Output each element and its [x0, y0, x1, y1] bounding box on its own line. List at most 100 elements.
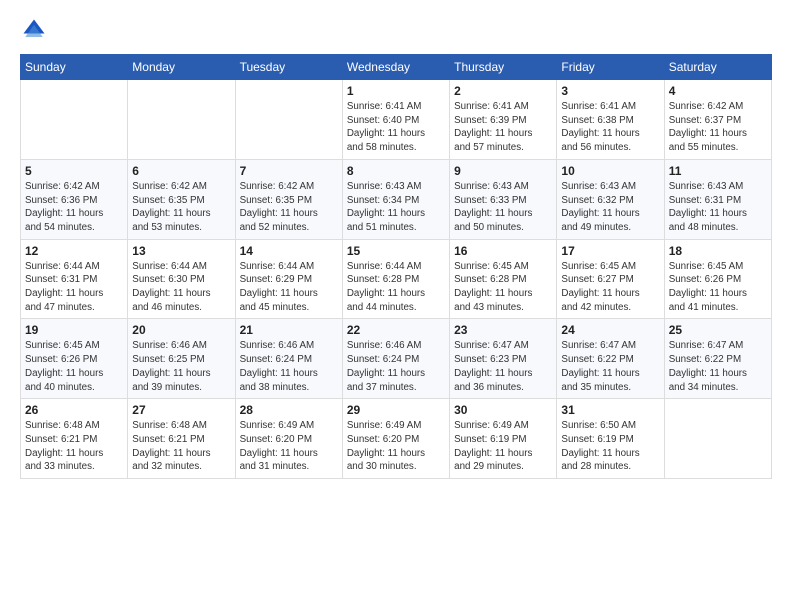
day-info: Sunrise: 6:41 AM Sunset: 6:39 PM Dayligh… — [454, 100, 552, 155]
day-info: Sunrise: 6:42 AM Sunset: 6:36 PM Dayligh… — [25, 180, 123, 235]
day-number: 21 — [240, 323, 338, 337]
calendar-cell: 18 Sunrise: 6:45 AM Sunset: 6:26 PM Dayli… — [664, 239, 771, 319]
day-info: Sunrise: 6:46 AM Sunset: 6:24 PM Dayligh… — [240, 339, 338, 394]
day-number: 1 — [347, 84, 445, 98]
day-info: Sunrise: 6:49 AM Sunset: 6:20 PM Dayligh… — [240, 419, 338, 474]
calendar-cell: 31 Sunrise: 6:50 AM Sunset: 6:19 PM Dayli… — [557, 399, 664, 479]
day-number: 18 — [669, 244, 767, 258]
day-info: Sunrise: 6:42 AM Sunset: 6:35 PM Dayligh… — [132, 180, 230, 235]
weekday-header-friday: Friday — [557, 55, 664, 80]
day-info: Sunrise: 6:43 AM Sunset: 6:34 PM Dayligh… — [347, 180, 445, 235]
day-info: Sunrise: 6:50 AM Sunset: 6:19 PM Dayligh… — [561, 419, 659, 474]
weekday-header-thursday: Thursday — [450, 55, 557, 80]
calendar-week-0: 1 Sunrise: 6:41 AM Sunset: 6:40 PM Daylig… — [21, 80, 772, 160]
calendar-cell: 13Sunrise: 6:44 AM Sunset: 6:30 PM Dayli… — [128, 239, 235, 319]
weekday-header-tuesday: Tuesday — [235, 55, 342, 80]
calendar-cell: 4 Sunrise: 6:42 AM Sunset: 6:37 PM Daylig… — [664, 80, 771, 160]
day-number: 11 — [669, 164, 767, 178]
day-info: Sunrise: 6:41 AM Sunset: 6:40 PM Dayligh… — [347, 100, 445, 155]
day-number: 27 — [132, 403, 230, 417]
day-info: Sunrise: 6:49 AM Sunset: 6:20 PM Dayligh… — [347, 419, 445, 474]
weekday-header-row: SundayMondayTuesdayWednesdayThursdayFrid… — [21, 55, 772, 80]
calendar-cell: 17 Sunrise: 6:45 AM Sunset: 6:27 PM Dayli… — [557, 239, 664, 319]
day-info: Sunrise: 6:49 AM Sunset: 6:19 PM Dayligh… — [454, 419, 552, 474]
weekday-header-wednesday: Wednesday — [342, 55, 449, 80]
day-number: 29 — [347, 403, 445, 417]
day-info: Sunrise: 6:42 AM Sunset: 6:35 PM Dayligh… — [240, 180, 338, 235]
day-number: 26 — [25, 403, 123, 417]
day-info: Sunrise: 6:47 AM Sunset: 6:22 PM Dayligh… — [561, 339, 659, 394]
day-number: 7 — [240, 164, 338, 178]
day-info: Sunrise: 6:48 AM Sunset: 6:21 PM Dayligh… — [25, 419, 123, 474]
calendar-cell — [235, 80, 342, 160]
day-info: Sunrise: 6:43 AM Sunset: 6:31 PM Dayligh… — [669, 180, 767, 235]
calendar-cell — [21, 80, 128, 160]
logo-icon — [20, 16, 48, 44]
day-number: 25 — [669, 323, 767, 337]
day-number: 14 — [240, 244, 338, 258]
calendar-cell: 24 Sunrise: 6:47 AM Sunset: 6:22 PM Dayli… — [557, 319, 664, 399]
day-number: 3 — [561, 84, 659, 98]
calendar-cell: 29 Sunrise: 6:49 AM Sunset: 6:20 PM Dayli… — [342, 399, 449, 479]
day-info: Sunrise: 6:44 AM Sunset: 6:29 PM Dayligh… — [240, 260, 338, 315]
weekday-header-monday: Monday — [128, 55, 235, 80]
day-info: Sunrise: 6:41 AM Sunset: 6:38 PM Dayligh… — [561, 100, 659, 155]
day-number: 31 — [561, 403, 659, 417]
day-number: 16 — [454, 244, 552, 258]
weekday-header-saturday: Saturday — [664, 55, 771, 80]
day-info: Sunrise: 6:45 AM Sunset: 6:27 PM Dayligh… — [561, 260, 659, 315]
calendar-cell: 9Sunrise: 6:43 AM Sunset: 6:33 PM Daylig… — [450, 159, 557, 239]
day-number: 8 — [347, 164, 445, 178]
calendar-cell: 28Sunrise: 6:49 AM Sunset: 6:20 PM Dayli… — [235, 399, 342, 479]
calendar-week-4: 26 Sunrise: 6:48 AM Sunset: 6:21 PM Dayli… — [21, 399, 772, 479]
weekday-header-sunday: Sunday — [21, 55, 128, 80]
day-number: 9 — [454, 164, 552, 178]
day-number: 20 — [132, 323, 230, 337]
calendar-cell: 19 Sunrise: 6:45 AM Sunset: 6:26 PM Dayli… — [21, 319, 128, 399]
calendar-cell: 2 Sunrise: 6:41 AM Sunset: 6:39 PM Daylig… — [450, 80, 557, 160]
calendar-cell: 15 Sunrise: 6:44 AM Sunset: 6:28 PM Dayli… — [342, 239, 449, 319]
calendar-week-3: 19 Sunrise: 6:45 AM Sunset: 6:26 PM Dayli… — [21, 319, 772, 399]
calendar-header: SundayMondayTuesdayWednesdayThursdayFrid… — [21, 55, 772, 80]
day-number: 15 — [347, 244, 445, 258]
calendar-cell: 27 Sunrise: 6:48 AM Sunset: 6:21 PM Dayli… — [128, 399, 235, 479]
day-info: Sunrise: 6:42 AM Sunset: 6:37 PM Dayligh… — [669, 100, 767, 155]
calendar-cell: 16 Sunrise: 6:45 AM Sunset: 6:28 PM Dayli… — [450, 239, 557, 319]
day-info: Sunrise: 6:44 AM Sunset: 6:28 PM Dayligh… — [347, 260, 445, 315]
calendar-body: 1 Sunrise: 6:41 AM Sunset: 6:40 PM Daylig… — [21, 80, 772, 479]
day-info: Sunrise: 6:48 AM Sunset: 6:21 PM Dayligh… — [132, 419, 230, 474]
calendar-cell: 25 Sunrise: 6:47 AM Sunset: 6:22 PM Dayli… — [664, 319, 771, 399]
calendar-week-1: 5Sunrise: 6:42 AM Sunset: 6:36 PM Daylig… — [21, 159, 772, 239]
calendar-cell: 6 Sunrise: 6:42 AM Sunset: 6:35 PM Daylig… — [128, 159, 235, 239]
day-info: Sunrise: 6:45 AM Sunset: 6:26 PM Dayligh… — [669, 260, 767, 315]
day-number: 4 — [669, 84, 767, 98]
day-number: 6 — [132, 164, 230, 178]
day-number: 2 — [454, 84, 552, 98]
day-info: Sunrise: 6:44 AM Sunset: 6:31 PM Dayligh… — [25, 260, 123, 315]
calendar-cell: 10Sunrise: 6:43 AM Sunset: 6:32 PM Dayli… — [557, 159, 664, 239]
calendar-cell: 5Sunrise: 6:42 AM Sunset: 6:36 PM Daylig… — [21, 159, 128, 239]
day-info: Sunrise: 6:47 AM Sunset: 6:22 PM Dayligh… — [669, 339, 767, 394]
day-number: 12 — [25, 244, 123, 258]
calendar-cell: 14 Sunrise: 6:44 AM Sunset: 6:29 PM Dayli… — [235, 239, 342, 319]
calendar-week-2: 12 Sunrise: 6:44 AM Sunset: 6:31 PM Dayli… — [21, 239, 772, 319]
day-number: 22 — [347, 323, 445, 337]
day-number: 17 — [561, 244, 659, 258]
day-info: Sunrise: 6:46 AM Sunset: 6:24 PM Dayligh… — [347, 339, 445, 394]
header — [20, 16, 772, 44]
calendar-table: SundayMondayTuesdayWednesdayThursdayFrid… — [20, 54, 772, 479]
day-info: Sunrise: 6:43 AM Sunset: 6:32 PM Dayligh… — [561, 180, 659, 235]
day-number: 24 — [561, 323, 659, 337]
calendar-cell: 11 Sunrise: 6:43 AM Sunset: 6:31 PM Dayli… — [664, 159, 771, 239]
day-info: Sunrise: 6:45 AM Sunset: 6:26 PM Dayligh… — [25, 339, 123, 394]
logo — [20, 16, 50, 44]
day-number: 30 — [454, 403, 552, 417]
calendar-cell: 22 Sunrise: 6:46 AM Sunset: 6:24 PM Dayli… — [342, 319, 449, 399]
day-info: Sunrise: 6:45 AM Sunset: 6:28 PM Dayligh… — [454, 260, 552, 315]
day-number: 19 — [25, 323, 123, 337]
calendar-cell: 3 Sunrise: 6:41 AM Sunset: 6:38 PM Daylig… — [557, 80, 664, 160]
calendar-cell: 20 Sunrise: 6:46 AM Sunset: 6:25 PM Dayli… — [128, 319, 235, 399]
calendar-cell: 21 Sunrise: 6:46 AM Sunset: 6:24 PM Dayli… — [235, 319, 342, 399]
calendar-cell — [128, 80, 235, 160]
day-info: Sunrise: 6:46 AM Sunset: 6:25 PM Dayligh… — [132, 339, 230, 394]
